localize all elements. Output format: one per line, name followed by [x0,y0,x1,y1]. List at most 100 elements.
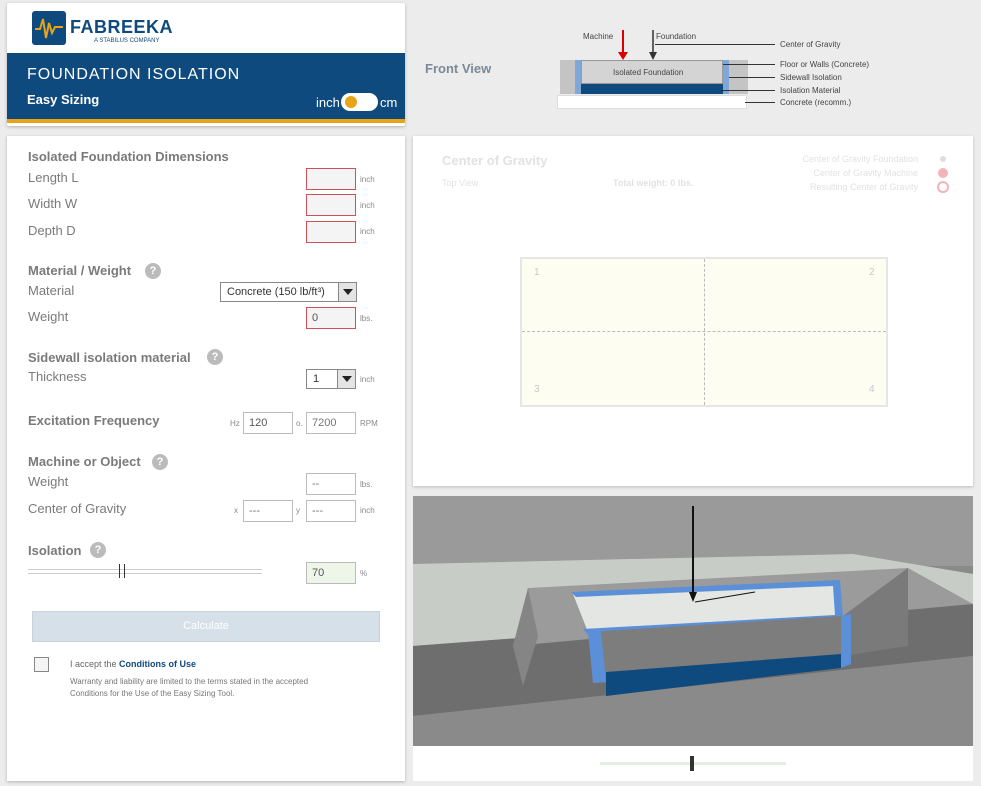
chevron-down-icon [338,283,356,301]
foundation-3d-view[interactable] [413,496,973,781]
width-unit: inch [360,201,375,210]
callout-floor-walls: Floor or Walls (Concrete) [780,60,870,69]
material-label: Material [28,283,75,298]
length-unit: inch [360,175,375,184]
legend-resulting-dot-icon [937,181,949,193]
legend-foundation-dot-icon [940,156,946,162]
page-subtitle: Easy Sizing [27,92,100,107]
base-concrete [557,95,747,109]
material-help-icon[interactable]: ? [145,263,161,279]
cog-x-input[interactable] [243,500,293,522]
rpm-input[interactable] [306,412,356,434]
sidewall-section-title: Sidewall isolation material [28,350,191,365]
material-select-value: Concrete (150 lb/ft³) [227,286,325,298]
header-card: FABREEKA A STABILUS COMPANY FOUNDATION I… [7,3,405,126]
quadrant-4-label: 4 [869,384,875,395]
legend-machine-dot-icon [938,168,948,178]
isolation-unit: % [360,569,368,578]
callout-sidewall-isolation: Sidewall Isolation [780,73,842,82]
leader-line [729,77,775,78]
cog-total-weight: Total weight: 0 lbs. [613,178,694,188]
callout-concrete: Concrete (recomm.) [780,98,852,107]
disclaimer-line-2: Conditions for the Use of the Easy Sizin… [70,689,235,698]
cog-unit: inch [360,506,375,515]
isolation-section-title: Isolation [28,543,82,558]
calculate-button[interactable]: Calculate [32,611,380,642]
isolation-input[interactable] [306,562,356,584]
material-weight-input[interactable] [306,307,356,329]
isolation-material-layer [581,84,723,94]
accept-prefix: I accept the [70,659,117,669]
thickness-unit: inch [360,375,375,384]
excitation-section-title: Excitation Frequency [28,413,160,428]
hz-label: Hz [230,419,240,428]
cog-title: Center of Gravity [442,153,548,168]
unit-toggle[interactable] [341,93,378,111]
toggle-knob [345,96,357,108]
machine-help-icon[interactable]: ? [152,454,168,470]
cog-x-label: x [234,506,238,515]
material-weight-unit: lbs. [360,314,373,323]
thickness-select[interactable]: 1 [306,369,356,389]
quadrant-2-label: 2 [869,267,875,278]
quadrant-1-label: 1 [534,267,540,278]
foundation-3d-render [413,496,973,781]
callout-center-of-gravity: Center of Gravity [780,40,841,49]
machine-label: Machine [583,32,614,41]
depth-input[interactable] [306,221,356,243]
legend-resulting-cog: Resulting Center of Gravity [809,182,918,192]
front-view-label: Front View [425,61,492,76]
cog-top-view-plot[interactable]: 1 2 3 4 [520,257,888,407]
accept-conditions-checkbox[interactable] [34,657,49,672]
slider-handle[interactable] [119,564,125,578]
width-input[interactable] [306,194,356,216]
or-label: o. [296,419,303,428]
leader-line [745,102,775,103]
leader-line [721,90,775,91]
unit-cm-label: cm [380,95,398,110]
accept-conditions-text: I accept the Conditions of Use [70,659,196,669]
front-view-diagram: Isolated Foundation Machine Foundation C… [545,28,885,114]
machine-arrow-icon [617,30,629,60]
material-weight-label: Weight [28,309,69,324]
rpm-label: RPM [360,419,378,428]
thickness-select-value: 1 [313,373,320,385]
material-select[interactable]: Concrete (150 lb/ft³) [220,282,357,302]
dimensions-section-title: Isolated Foundation Dimensions [28,149,229,164]
isolation-slider[interactable] [28,564,262,578]
isolated-foundation-label: Isolated Foundation [613,68,684,77]
cog-y-input[interactable] [306,500,356,522]
page-title: FOUNDATION ISOLATION [27,66,241,83]
callout-isolation-material: Isolation Material [780,86,841,95]
cog-top-view-label: Top View [442,178,479,188]
length-label: Length L [28,170,79,185]
header-band: FOUNDATION ISOLATION Easy Sizing inch cm [7,53,405,123]
plot-horizontal-axis [522,331,886,332]
disclaimer-line-1: Warranty and liability are limited to th… [70,677,309,686]
legend-cog-machine: Center of Gravity Machine [813,168,918,178]
machine-weight-input[interactable] [306,473,356,495]
leader-line [655,44,775,45]
hz-input[interactable] [243,412,293,434]
machine-section-title: Machine or Object [28,454,141,469]
quadrant-3-label: 3 [534,384,540,395]
length-input[interactable] [306,168,356,190]
machine-weight-unit: lbs. [360,480,373,489]
chevron-down-icon [337,370,355,388]
thickness-label: Thickness [28,369,87,384]
sidewall-help-icon[interactable]: ? [207,349,223,365]
logo: FABREEKA A STABILUS COMPANY [32,11,182,49]
machine-cog-label: Center of Gravity [28,501,127,516]
legend-cog-foundation: Center of Gravity Foundation [802,154,918,164]
width-label: Width W [28,196,78,211]
brand-tagline: A STABILUS COMPANY [94,38,160,44]
plot-vertical-axis [704,259,705,405]
conditions-link[interactable]: Conditions of Use [119,659,196,669]
cog-y-label: y [296,506,300,515]
depth-label: Depth D [28,223,76,238]
isolation-help-icon[interactable]: ? [90,542,106,558]
center-of-gravity-panel: Center of Gravity Top View Total weight:… [413,136,973,486]
depth-unit: inch [360,227,375,236]
logo-mark-icon [32,11,66,45]
slider-track [28,569,262,574]
